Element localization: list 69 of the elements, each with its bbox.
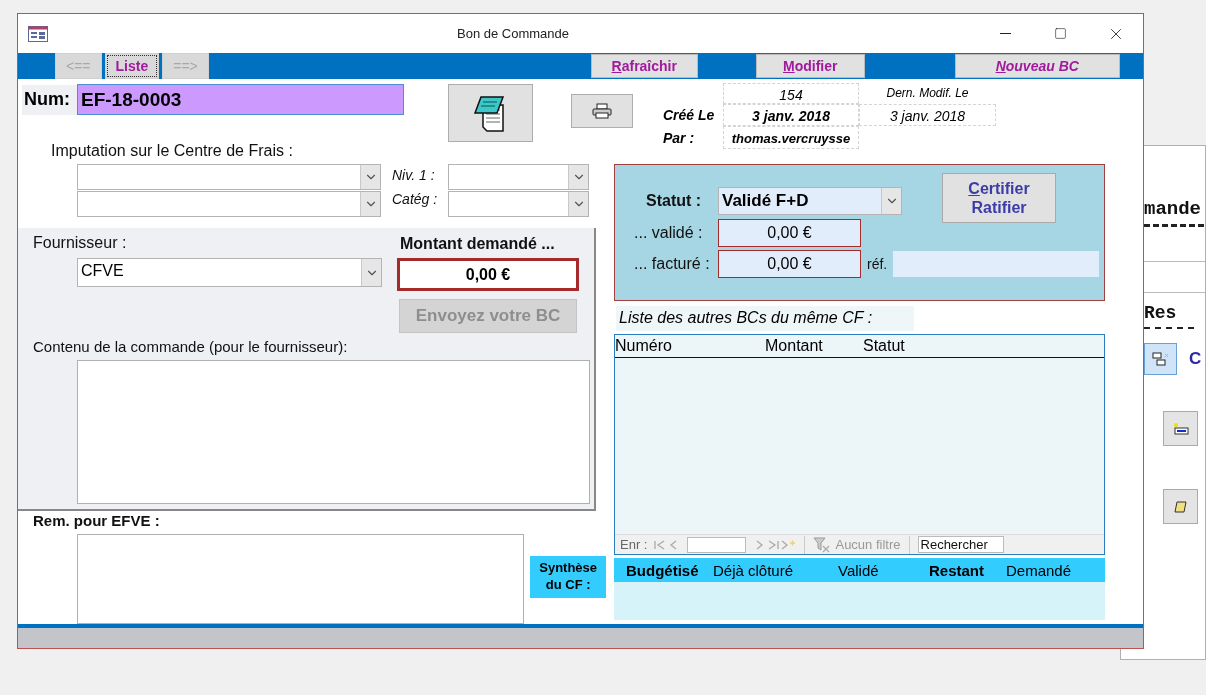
- column-header: Déjà clôturé: [713, 561, 795, 579]
- toolbar-button[interactable]: Nouveau BC: [954, 54, 1120, 78]
- field-label: Fournisseur :: [33, 234, 128, 252]
- created-date: 3 janv. 2018: [723, 104, 859, 126]
- supplier-dropdown[interactable]: CFVE: [77, 258, 382, 287]
- field-label: Rem. pour EFVE :: [33, 512, 161, 529]
- search-field[interactable]: Rechercher: [917, 536, 1004, 553]
- amount-field[interactable]: 0,00 €: [397, 258, 579, 291]
- author-name: thomas.vercruysse: [723, 126, 859, 149]
- field-label: Montant demandé ...: [400, 235, 556, 253]
- field-label: ... validé :: [634, 224, 704, 242]
- scroll-icon: [1173, 499, 1188, 514]
- record-number-field[interactable]: [687, 536, 747, 553]
- column-header: Demandé: [1006, 561, 1073, 579]
- record-number: 154: [723, 83, 859, 104]
- author-label: Par :: [663, 129, 696, 146]
- field-label: Contenu de la commande (pour le fournisseur):: [33, 338, 349, 355]
- column-header: Restant: [929, 561, 985, 579]
- section-label: Imputation sur le Centre de Frais :: [51, 142, 294, 160]
- field-label: réf.: [867, 256, 888, 272]
- new-record-icon[interactable]: [780, 538, 797, 551]
- amount-field[interactable]: 0,00 €: [718, 219, 861, 247]
- heading-text: mande: [1144, 198, 1202, 220]
- nav-button[interactable]: Liste: [104, 53, 160, 79]
- last-record-icon[interactable]: [766, 538, 781, 551]
- filter-icon: [813, 536, 832, 553]
- column-header: Budgétisé: [626, 561, 700, 579]
- field-label: ... facturé :: [634, 255, 711, 273]
- record-label: Enr :: [620, 537, 648, 552]
- modified-date: 3 janv. 2018: [859, 104, 996, 126]
- window-title: Bon de Commande: [456, 26, 570, 41]
- form-icon: [1151, 352, 1170, 366]
- text-area[interactable]: [77, 360, 590, 504]
- column-header: Montant: [765, 336, 824, 356]
- field-label: Catég :: [392, 191, 439, 207]
- dropdown-field[interactable]: [77, 164, 381, 190]
- dropdown-field[interactable]: [77, 191, 381, 217]
- field-label: Niv. 1 :: [392, 167, 436, 183]
- toolbar-button[interactable]: [1163, 489, 1198, 524]
- toolbar-button[interactable]: Modifier: [755, 54, 865, 78]
- section-label: Synthèse du CF :: [530, 556, 606, 598]
- created-label: Créé Le: [663, 107, 716, 123]
- reference-field[interactable]: [893, 251, 1100, 277]
- field-label: Statut :: [646, 191, 703, 210]
- minimize-icon: [1000, 33, 1011, 34]
- add-form-button[interactable]: [1144, 343, 1177, 375]
- print-button[interactable]: [571, 94, 633, 128]
- printer-icon: [592, 103, 612, 119]
- text-area[interactable]: [77, 534, 525, 624]
- dropdown-field[interactable]: [448, 164, 589, 190]
- field-label: Num:: [22, 85, 77, 115]
- toolbar-button[interactable]: [1163, 411, 1198, 446]
- certify-button[interactable]: Certifier Ratifier: [942, 173, 1056, 223]
- number-field[interactable]: EF-18-0003: [77, 84, 404, 115]
- field-icon: [1172, 421, 1189, 436]
- notepad-button[interactable]: [448, 84, 533, 142]
- form-icon: [28, 25, 48, 42]
- status-dropdown[interactable]: Validé F+D: [718, 186, 902, 215]
- column-header: Validé: [838, 561, 880, 579]
- list-title: Liste des autres BCs du même CF :: [616, 306, 914, 331]
- column-header: Statut: [863, 336, 906, 356]
- amount-field[interactable]: 0,00 €: [718, 250, 861, 278]
- column-header: Numéro: [615, 336, 673, 356]
- toolbar-button[interactable]: Rafraîchir: [590, 54, 698, 78]
- dropdown-field[interactable]: [448, 191, 589, 217]
- link-text[interactable]: C: [1189, 349, 1202, 369]
- heading-text: Res: [1144, 303, 1178, 323]
- modified-label: Dern. Modif. Le: [885, 85, 970, 102]
- maximize-icon: [1054, 27, 1067, 40]
